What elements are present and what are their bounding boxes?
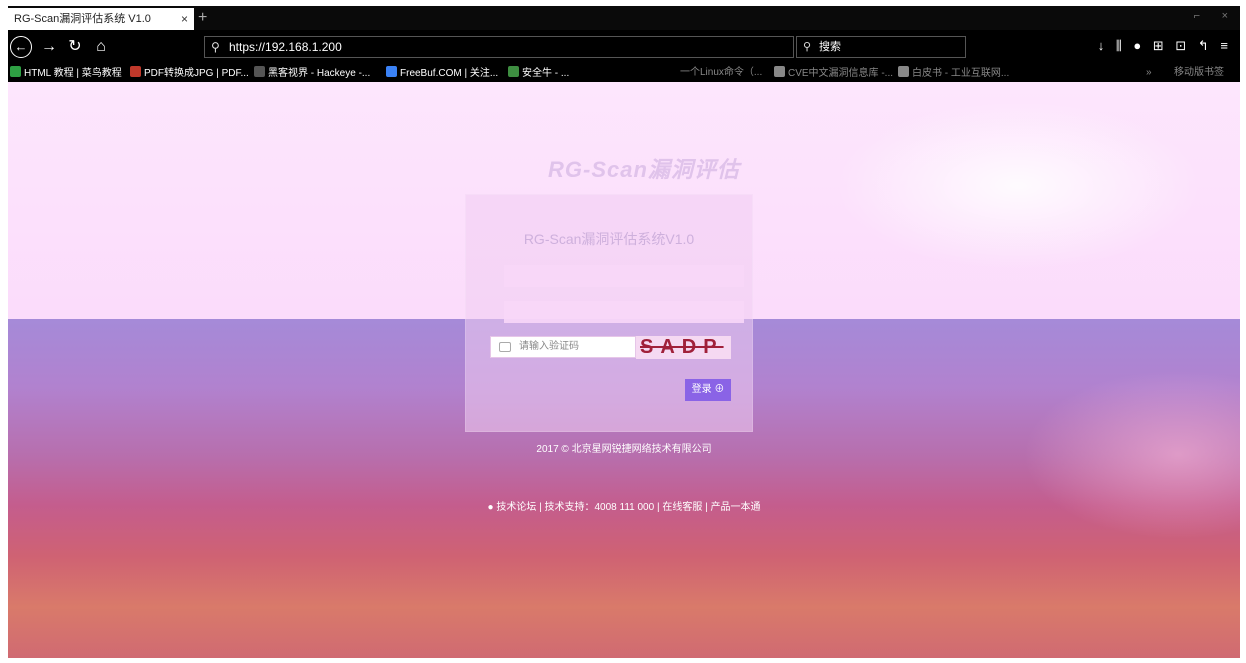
bookmark-label: CVE中文漏洞信息库 -... bbox=[788, 68, 894, 79]
tab-active[interactable]: RG-Scan漏洞评估系统 V1.0 × bbox=[8, 8, 194, 30]
window-close-icon[interactable]: × bbox=[1222, 10, 1228, 22]
bookmark-item[interactable]: PDF转换成JPG | PDF... bbox=[130, 66, 249, 81]
bookmark-item[interactable]: 白皮书 - 工业互联网... bbox=[898, 66, 1009, 81]
page-content: RG-Scan漏洞评估 RG-Scan漏洞评估系统V1.0 请输入验证码 SAD… bbox=[8, 82, 1240, 658]
bookmark-label: 白皮书 - 工业互联网... bbox=[912, 68, 1010, 79]
bookmark-label: HTML 教程 | 菜鸟教程 bbox=[24, 68, 122, 79]
password-input[interactable] bbox=[504, 301, 744, 323]
minimize-icon[interactable]: ⌐ bbox=[1194, 10, 1200, 22]
new-tab-button[interactable]: + bbox=[198, 8, 207, 28]
bookmark-icon bbox=[254, 66, 265, 77]
brand-logo: RG-Scan漏洞评估 bbox=[548, 157, 740, 182]
search-icon: ⚲ bbox=[211, 40, 220, 54]
url-bar[interactable]: ⚲ https://192.168.1.200 bbox=[204, 36, 794, 58]
bookmark-icon bbox=[774, 66, 785, 77]
copyright-text: 2017 © 北京星网锐捷网络技术有限公司 bbox=[536, 444, 712, 455]
bookmarks-bar: HTML 教程 | 菜鸟教程 PDF转换成JPG | PDF... 黑客视界 -… bbox=[8, 64, 1240, 82]
bookmark-icon bbox=[898, 66, 909, 77]
bookmark-item[interactable]: HTML 教程 | 菜鸟教程 bbox=[10, 66, 122, 81]
reload-icon[interactable]: ↻ bbox=[64, 36, 86, 58]
support-text: 技术论坛 | 技术支持：4008 111 000 | 在线客服 | 产品一本通 bbox=[496, 502, 761, 513]
bookmark-item[interactable]: 安全牛 - ... bbox=[508, 66, 569, 81]
toolbar-icons[interactable]: ↓ ⫼ ● ⊞ ⊡ ↰ ≡ bbox=[1098, 38, 1232, 54]
forward-arrow-icon[interactable]: → bbox=[38, 36, 60, 58]
captcha-placeholder: 请输入验证码 bbox=[519, 341, 579, 352]
tab-strip: RG-Scan漏洞评估系统 V1.0 × + ⌐ × bbox=[8, 6, 1240, 30]
bookmark-item[interactable]: FreeBuf.COM | 关注... bbox=[386, 66, 498, 81]
login-panel: RG-Scan漏洞评估系统V1.0 请输入验证码 SADP 登录 ⊕ bbox=[465, 194, 753, 432]
username-input[interactable] bbox=[504, 265, 744, 287]
back-arrow-icon[interactable]: ← bbox=[10, 36, 32, 58]
support-links[interactable]: ● 技术论坛 | 技术支持：4008 111 000 | 在线客服 | 产品一本… bbox=[8, 498, 1240, 513]
mobile-bookmarks[interactable]: 移动版书签 bbox=[1174, 66, 1224, 80]
nav-toolbar: ← → ↻ ⌂ ⚲ https://192.168.1.200 ⚲ 搜索 ↓ ⫼… bbox=[8, 30, 1240, 64]
home-icon[interactable]: ⌂ bbox=[90, 36, 112, 58]
bookmarks-overflow-icon[interactable]: » bbox=[1146, 66, 1152, 80]
search-placeholder: 搜索 bbox=[819, 41, 841, 53]
bookmark-icon bbox=[130, 66, 141, 77]
chat-icon: ● bbox=[487, 502, 497, 513]
bookmark-item[interactable]: CVE中文漏洞信息库 -... bbox=[774, 66, 893, 81]
bookmark-icon bbox=[508, 66, 519, 77]
bookmark-item[interactable]: 一个Linux命令（... bbox=[680, 66, 762, 80]
bookmark-icon bbox=[10, 66, 21, 77]
login-title: RG-Scan漏洞评估系统V1.0 bbox=[523, 231, 695, 247]
bookmark-label: 黑客视界 - Hackeye -... bbox=[268, 68, 371, 79]
bookmark-label: PDF转换成JPG | PDF... bbox=[144, 68, 249, 79]
bookmark-label: 安全牛 - ... bbox=[522, 68, 570, 79]
shield-icon bbox=[499, 342, 511, 352]
bookmark-label: 一个Linux命令（... bbox=[680, 67, 763, 78]
search-icon: ⚲ bbox=[803, 41, 812, 53]
login-button[interactable]: 登录 ⊕ bbox=[685, 379, 731, 401]
captcha-image[interactable]: SADP bbox=[636, 336, 731, 359]
search-bar[interactable]: ⚲ 搜索 bbox=[796, 36, 966, 58]
bookmark-icon bbox=[386, 66, 397, 77]
bookmark-label: FreeBuf.COM | 关注... bbox=[400, 68, 499, 79]
browser-window: RG-Scan漏洞评估系统 V1.0 × + ⌐ × ← → ↻ ⌂ ⚲ htt… bbox=[8, 6, 1240, 658]
captcha-input[interactable]: 请输入验证码 bbox=[490, 336, 636, 358]
bookmark-item[interactable]: 黑客视界 - Hackeye -... bbox=[254, 66, 370, 81]
url-text: https://192.168.1.200 bbox=[229, 40, 342, 54]
tab-title: RG-Scan漏洞评估系统 V1.0 bbox=[14, 13, 151, 25]
tab-close-icon[interactable]: × bbox=[181, 8, 188, 30]
